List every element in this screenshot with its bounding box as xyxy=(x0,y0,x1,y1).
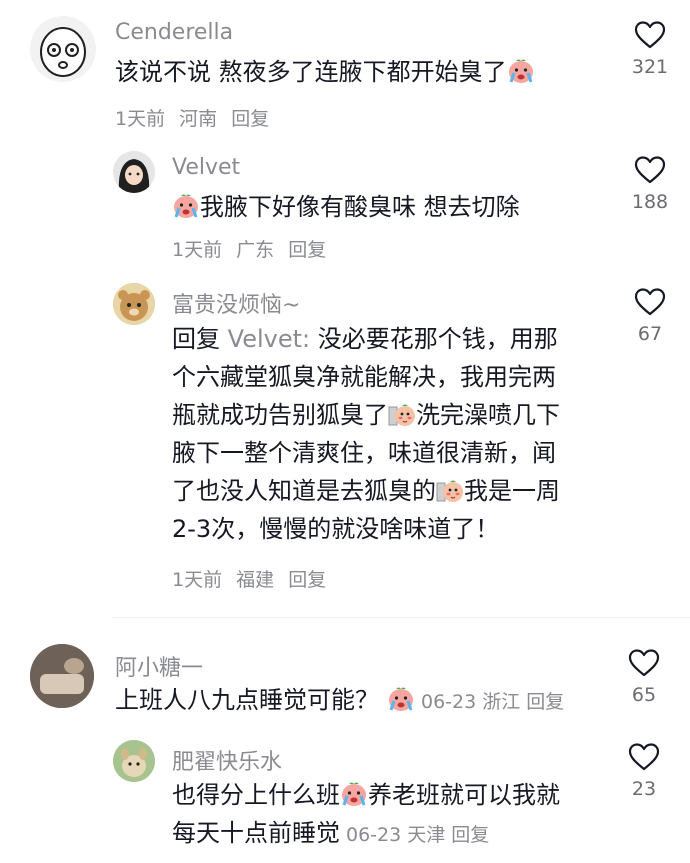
comment-location: 河南 xyxy=(179,108,218,130)
avatar[interactable] xyxy=(30,644,94,708)
heart-outline-icon xyxy=(628,648,660,678)
reply-target[interactable]: Velvet: xyxy=(228,325,310,353)
reply-button[interactable]: 回复 xyxy=(231,108,269,130)
comment-time: 1天前 xyxy=(172,239,223,261)
like-count: 321 xyxy=(631,56,669,78)
comment-line-text: 养老班就可以我就 xyxy=(368,781,560,809)
comment-line-text: 没必要花那个钱，用那 xyxy=(317,325,558,353)
comment-author[interactable]: 富贵没烦恼~ xyxy=(172,287,300,319)
comment-location: 福建 xyxy=(236,569,275,591)
comment-location: 广东 xyxy=(236,239,275,261)
comment-author[interactable]: 肥翟快乐水 xyxy=(172,744,282,776)
comment-time: 1天前 xyxy=(115,108,166,130)
comment-text-content: 该说不说 熬夜多了连腋下都开始臭了 xyxy=(115,58,507,86)
like-count: 188 xyxy=(631,191,669,213)
comment-text: 回复 Velvet: 没必要花那个钱，用那 个六藏堂狐臭净就能解决，我用完两 瓶… xyxy=(172,320,612,548)
reply-button[interactable]: 回复 xyxy=(451,824,489,846)
comment-text: 上班人八九点睡觉可能？ 06-23 浙江 回复 xyxy=(115,681,615,721)
comment-time: 06-23 xyxy=(346,824,402,846)
like-count: 65 xyxy=(631,684,657,706)
comment-line: 了也没人知道是去狐臭的 我是一周 xyxy=(172,472,612,510)
comment-line-text: 每天十点前睡觉 xyxy=(172,819,340,847)
reply-item: Velvet 我腋下好像有酸臭味 想去切除 1天前 广东 回复 188 xyxy=(0,140,690,270)
comment-meta: 06-23 浙江 回复 xyxy=(421,691,570,713)
comment-text: 我腋下好像有酸臭味 想去切除 xyxy=(172,188,612,226)
reply-button[interactable]: 回复 xyxy=(288,239,326,261)
comment-line-text: 瓶就成功告别狐臭了 xyxy=(172,401,388,429)
shy-face-emoji-icon xyxy=(436,477,464,503)
comment-meta: 06-23 天津 回复 xyxy=(346,824,495,846)
like-button[interactable]: 65 xyxy=(614,648,674,706)
crying-face-emoji-icon xyxy=(172,193,200,219)
like-count: 23 xyxy=(631,778,657,800)
comment-meta: 1天前 河南 回复 xyxy=(115,104,277,131)
heart-outline-icon xyxy=(628,742,660,772)
comment-text: 也得分上什么班 养老班就可以我就 每天十点前睡觉 06-23 天津 回复 xyxy=(172,776,612,854)
shy-face-emoji-icon xyxy=(388,401,416,427)
avatar[interactable] xyxy=(113,283,155,325)
crying-face-emoji-icon xyxy=(507,58,535,84)
comment-line: 个六藏堂狐臭净就能解决，我用完两 xyxy=(172,363,556,391)
comment-author[interactable]: Velvet xyxy=(172,155,240,180)
like-button[interactable]: 321 xyxy=(620,20,680,78)
comment-line-text: 也得分上什么班 xyxy=(172,781,340,809)
comment-time: 1天前 xyxy=(172,569,223,591)
comment-line: 也得分上什么班 养老班就可以我就 xyxy=(172,776,612,814)
comment-author[interactable]: 阿小糖一 xyxy=(115,650,203,682)
heart-outline-icon xyxy=(634,287,666,317)
comment-text: 该说不说 熬夜多了连腋下都开始臭了 xyxy=(115,53,595,91)
like-count: 67 xyxy=(637,323,663,345)
comment-line-text: 洗完澡喷几下 xyxy=(416,401,560,429)
reply-item: 肥翟快乐水 也得分上什么班 养老班就可以我就 每天十点前睡觉 06-23 天津 回复 2… xyxy=(0,730,690,863)
comment-line-text: 了也没人知道是去狐臭的 xyxy=(172,477,436,505)
comment-author[interactable]: Cenderella xyxy=(115,20,233,45)
comment-line: 2-3次，慢慢的就没啥味道了！ xyxy=(172,515,500,543)
like-button[interactable]: 23 xyxy=(614,742,674,800)
comment-location: 浙江 xyxy=(482,691,521,713)
crying-face-emoji-icon xyxy=(340,781,368,807)
crying-face-emoji-icon xyxy=(387,686,415,712)
like-button[interactable]: 188 xyxy=(620,155,680,213)
comment-time: 06-23 xyxy=(421,691,477,713)
divider xyxy=(112,617,690,618)
comment-location: 天津 xyxy=(407,824,446,846)
comment-item: Cenderella 该说不说 熬夜多了连腋下都开始臭了 1天前 河南 回复 3… xyxy=(0,0,690,140)
comment-item: 阿小糖一 上班人八九点睡觉可能？ 06-23 浙江 回复 65 xyxy=(0,630,690,730)
heart-outline-icon xyxy=(634,20,666,50)
reply-item: 富贵没烦恼~ 回复 Velvet: 没必要花那个钱，用那 个六藏堂狐臭净就能解决… xyxy=(0,270,690,615)
avatar[interactable] xyxy=(113,740,155,782)
comment-line: 腋下一整个清爽住，味道很清新，闻 xyxy=(172,439,556,467)
comment-meta: 1天前 福建 回复 xyxy=(172,565,334,592)
avatar[interactable] xyxy=(113,151,155,193)
heart-outline-icon xyxy=(634,155,666,185)
avatar[interactable] xyxy=(30,16,96,82)
comment-line: 每天十点前睡觉 06-23 天津 回复 xyxy=(172,814,612,854)
comment-text-content: 我腋下好像有酸臭味 想去切除 xyxy=(200,193,520,221)
like-button[interactable]: 67 xyxy=(620,287,680,345)
comment-line: 回复 Velvet: 没必要花那个钱，用那 xyxy=(172,320,612,358)
comment-text-content: 上班人八九点睡觉可能？ xyxy=(115,686,379,714)
reply-button[interactable]: 回复 xyxy=(526,691,564,713)
reply-prefix: 回复 xyxy=(172,325,220,353)
comment-line: 瓶就成功告别狐臭了 洗完澡喷几下 xyxy=(172,396,612,434)
reply-button[interactable]: 回复 xyxy=(288,569,326,591)
comment-line-text: 我是一周 xyxy=(464,477,560,505)
comment-meta: 1天前 广东 回复 xyxy=(172,235,334,262)
